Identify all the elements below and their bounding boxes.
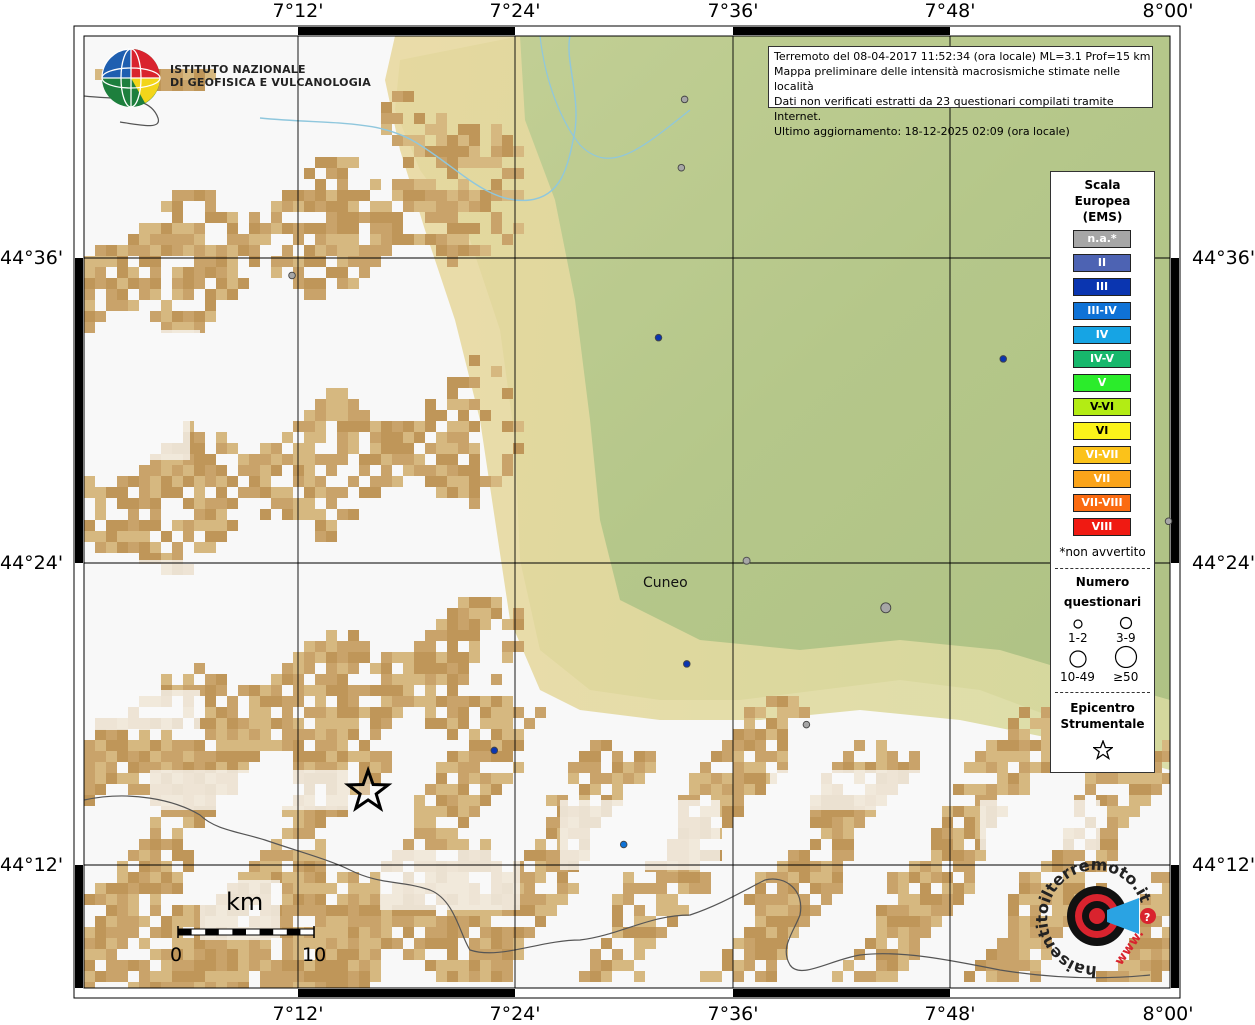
size-symbol-10-49 [1069, 650, 1087, 668]
ingv-institute-name: ISTITUTO NAZIONALE DI GEOFISICA E VULCAN… [170, 63, 371, 89]
lon-label-bottom-3: 7°36' [707, 1003, 759, 1025]
frame-bar-bottom [950, 989, 1170, 997]
frame-bar-top [298, 27, 515, 35]
intensity-point[interactable] [490, 746, 499, 755]
legend-title-1: Scala [1084, 178, 1121, 192]
intensity-point[interactable] [1164, 517, 1173, 526]
frame-bar-top [733, 27, 950, 35]
legend-title-2: Europea [1074, 194, 1131, 208]
lon-label-bottom-5: 8°00' [1142, 1003, 1194, 1025]
intensity-point[interactable] [677, 163, 686, 172]
ems-legend: Scala Europea (EMS) n.a.* II III III-IV IV IV… [1050, 171, 1155, 773]
info-line-2: Mappa preliminare delle intensità macros… [774, 65, 1120, 93]
legend-na-note: *non avvertito [1059, 545, 1146, 559]
lon-label-bottom-1: 7°12' [272, 1003, 324, 1025]
lat-label-right-1: 44°36' [1192, 247, 1255, 269]
legend-swatch-vi: VI [1073, 422, 1131, 440]
lon-label-bottom-2: 7°24' [489, 1003, 541, 1025]
lon-label-top-1: 7°12' [272, 0, 324, 22]
lat-label-left-1: 44°36' [0, 247, 64, 269]
scalebar-start: 0 [170, 944, 183, 966]
q-label-50: ≥50 [1113, 670, 1139, 684]
lon-label-top-4: 7°48' [924, 0, 976, 22]
legend-epi-2: Strumentale [1060, 717, 1145, 731]
lon-label-bottom-4: 7°48' [924, 1003, 976, 1025]
frame-bar-right [1171, 563, 1179, 865]
frame-bar-top [84, 27, 298, 35]
questionnaire-size-symbols [1069, 616, 1138, 668]
legend-swatch-iii: III [1073, 278, 1131, 296]
frame-bar-bottom [84, 989, 298, 997]
intensity-point[interactable] [802, 720, 811, 729]
info-line-1: Terremoto del 08-04-2017 11:52:34 (ora l… [774, 50, 1151, 63]
intensity-point[interactable] [999, 355, 1007, 363]
legend-title-3: (EMS) [1082, 210, 1123, 224]
legend-swatch-viiviii: VII-VIII [1073, 494, 1131, 512]
epicenter-star-icon [1093, 740, 1113, 760]
legend-title: Scala Europea (EMS) [1051, 177, 1154, 225]
lon-label-top-3: 7°36' [707, 0, 759, 22]
haisentito-logo-icon: haisentitoilterremoto.it ? www. [1035, 858, 1156, 978]
legend-swatch-v: V [1073, 374, 1131, 392]
legend-swatch-iiiiv: III-IV [1073, 302, 1131, 320]
info-line-4: Ultimo aggiornamento: 18-12-2025 02:09 (… [774, 125, 1070, 138]
legend-epicenter: Epicentro Strumentale [1051, 700, 1154, 732]
ingv-line-1: ISTITUTO NAZIONALE [170, 63, 306, 76]
intensity-point[interactable] [654, 333, 663, 342]
legend-numero-1: Numero [1075, 575, 1130, 589]
frame-bar-left [75, 258, 83, 563]
city-label-cuneo: Cuneo [643, 575, 688, 591]
svg-text:?: ? [1144, 911, 1150, 924]
lon-label-top-2: 7°24' [489, 0, 541, 22]
lon-label-top-5: 8°00' [1142, 0, 1194, 22]
legend-divider-1 [1055, 568, 1150, 569]
frame-bar-top [515, 27, 733, 35]
lat-label-right-3: 44°12' [1192, 854, 1255, 876]
frame-bar-bottom [298, 989, 515, 997]
size-symbol-3-9 [1119, 616, 1133, 630]
legend-swatch-iv: IV [1073, 326, 1131, 344]
legend-swatch-ivv: IV-V [1073, 350, 1131, 368]
frame-bar-left [75, 563, 83, 865]
legend-swatch-viii: VIII [1073, 518, 1131, 536]
city-marker-cuneo [742, 556, 751, 565]
legend-swatch-vvi: V-VI [1073, 398, 1131, 416]
ingv-globe-icon [101, 48, 161, 108]
intensity-point[interactable] [880, 602, 892, 614]
legend-divider-2 [1055, 692, 1150, 693]
legend-swatch-vivii: VI-VII [1073, 446, 1131, 464]
size-symbol-1-2 [1073, 619, 1083, 629]
frame-bar-left [75, 865, 83, 988]
frame-bar-right [1171, 865, 1179, 988]
earthquake-info-box: Terremoto del 08-04-2017 11:52:34 (ora l… [768, 46, 1153, 138]
lat-label-right-2: 44°24' [1192, 552, 1255, 574]
scalebar-unit: km [226, 888, 264, 916]
intensity-point[interactable] [619, 840, 628, 849]
frame-bar-right [1171, 258, 1179, 563]
intensity-point[interactable] [683, 660, 691, 668]
info-line-3: Dati non verificati estratti da 23 quest… [774, 95, 1114, 123]
legend-swatch-vii: VII [1073, 470, 1131, 488]
ingv-line-2: DI GEOFISICA E VULCANOLOGIA [170, 76, 371, 89]
frame-bar-bottom [733, 989, 950, 997]
scalebar-end: 10 [302, 944, 327, 966]
legend-numero: Numero questionari [1051, 572, 1154, 612]
size-symbol-50 [1114, 645, 1138, 668]
q-label-3-9: 3-9 [1116, 631, 1136, 645]
q-label-10-49: 10-49 [1060, 670, 1095, 684]
legend-numero-2: questionari [1063, 595, 1142, 609]
intensity-point[interactable] [680, 95, 689, 104]
lat-label-left-2: 44°24' [0, 552, 64, 574]
lat-label-left-3: 44°12' [0, 854, 64, 876]
intensity-point[interactable] [288, 271, 296, 280]
frame-bar-bottom [515, 989, 733, 997]
legend-swatch-ii: II [1073, 254, 1131, 272]
frame-bar-top [950, 27, 1170, 35]
legend-epi-1: Epicentro [1070, 701, 1135, 715]
q-label-1-2: 1-2 [1068, 631, 1088, 645]
frame-bar-left [75, 36, 83, 258]
legend-swatch-na: n.a.* [1073, 230, 1131, 248]
frame-bar-right [1171, 36, 1179, 258]
